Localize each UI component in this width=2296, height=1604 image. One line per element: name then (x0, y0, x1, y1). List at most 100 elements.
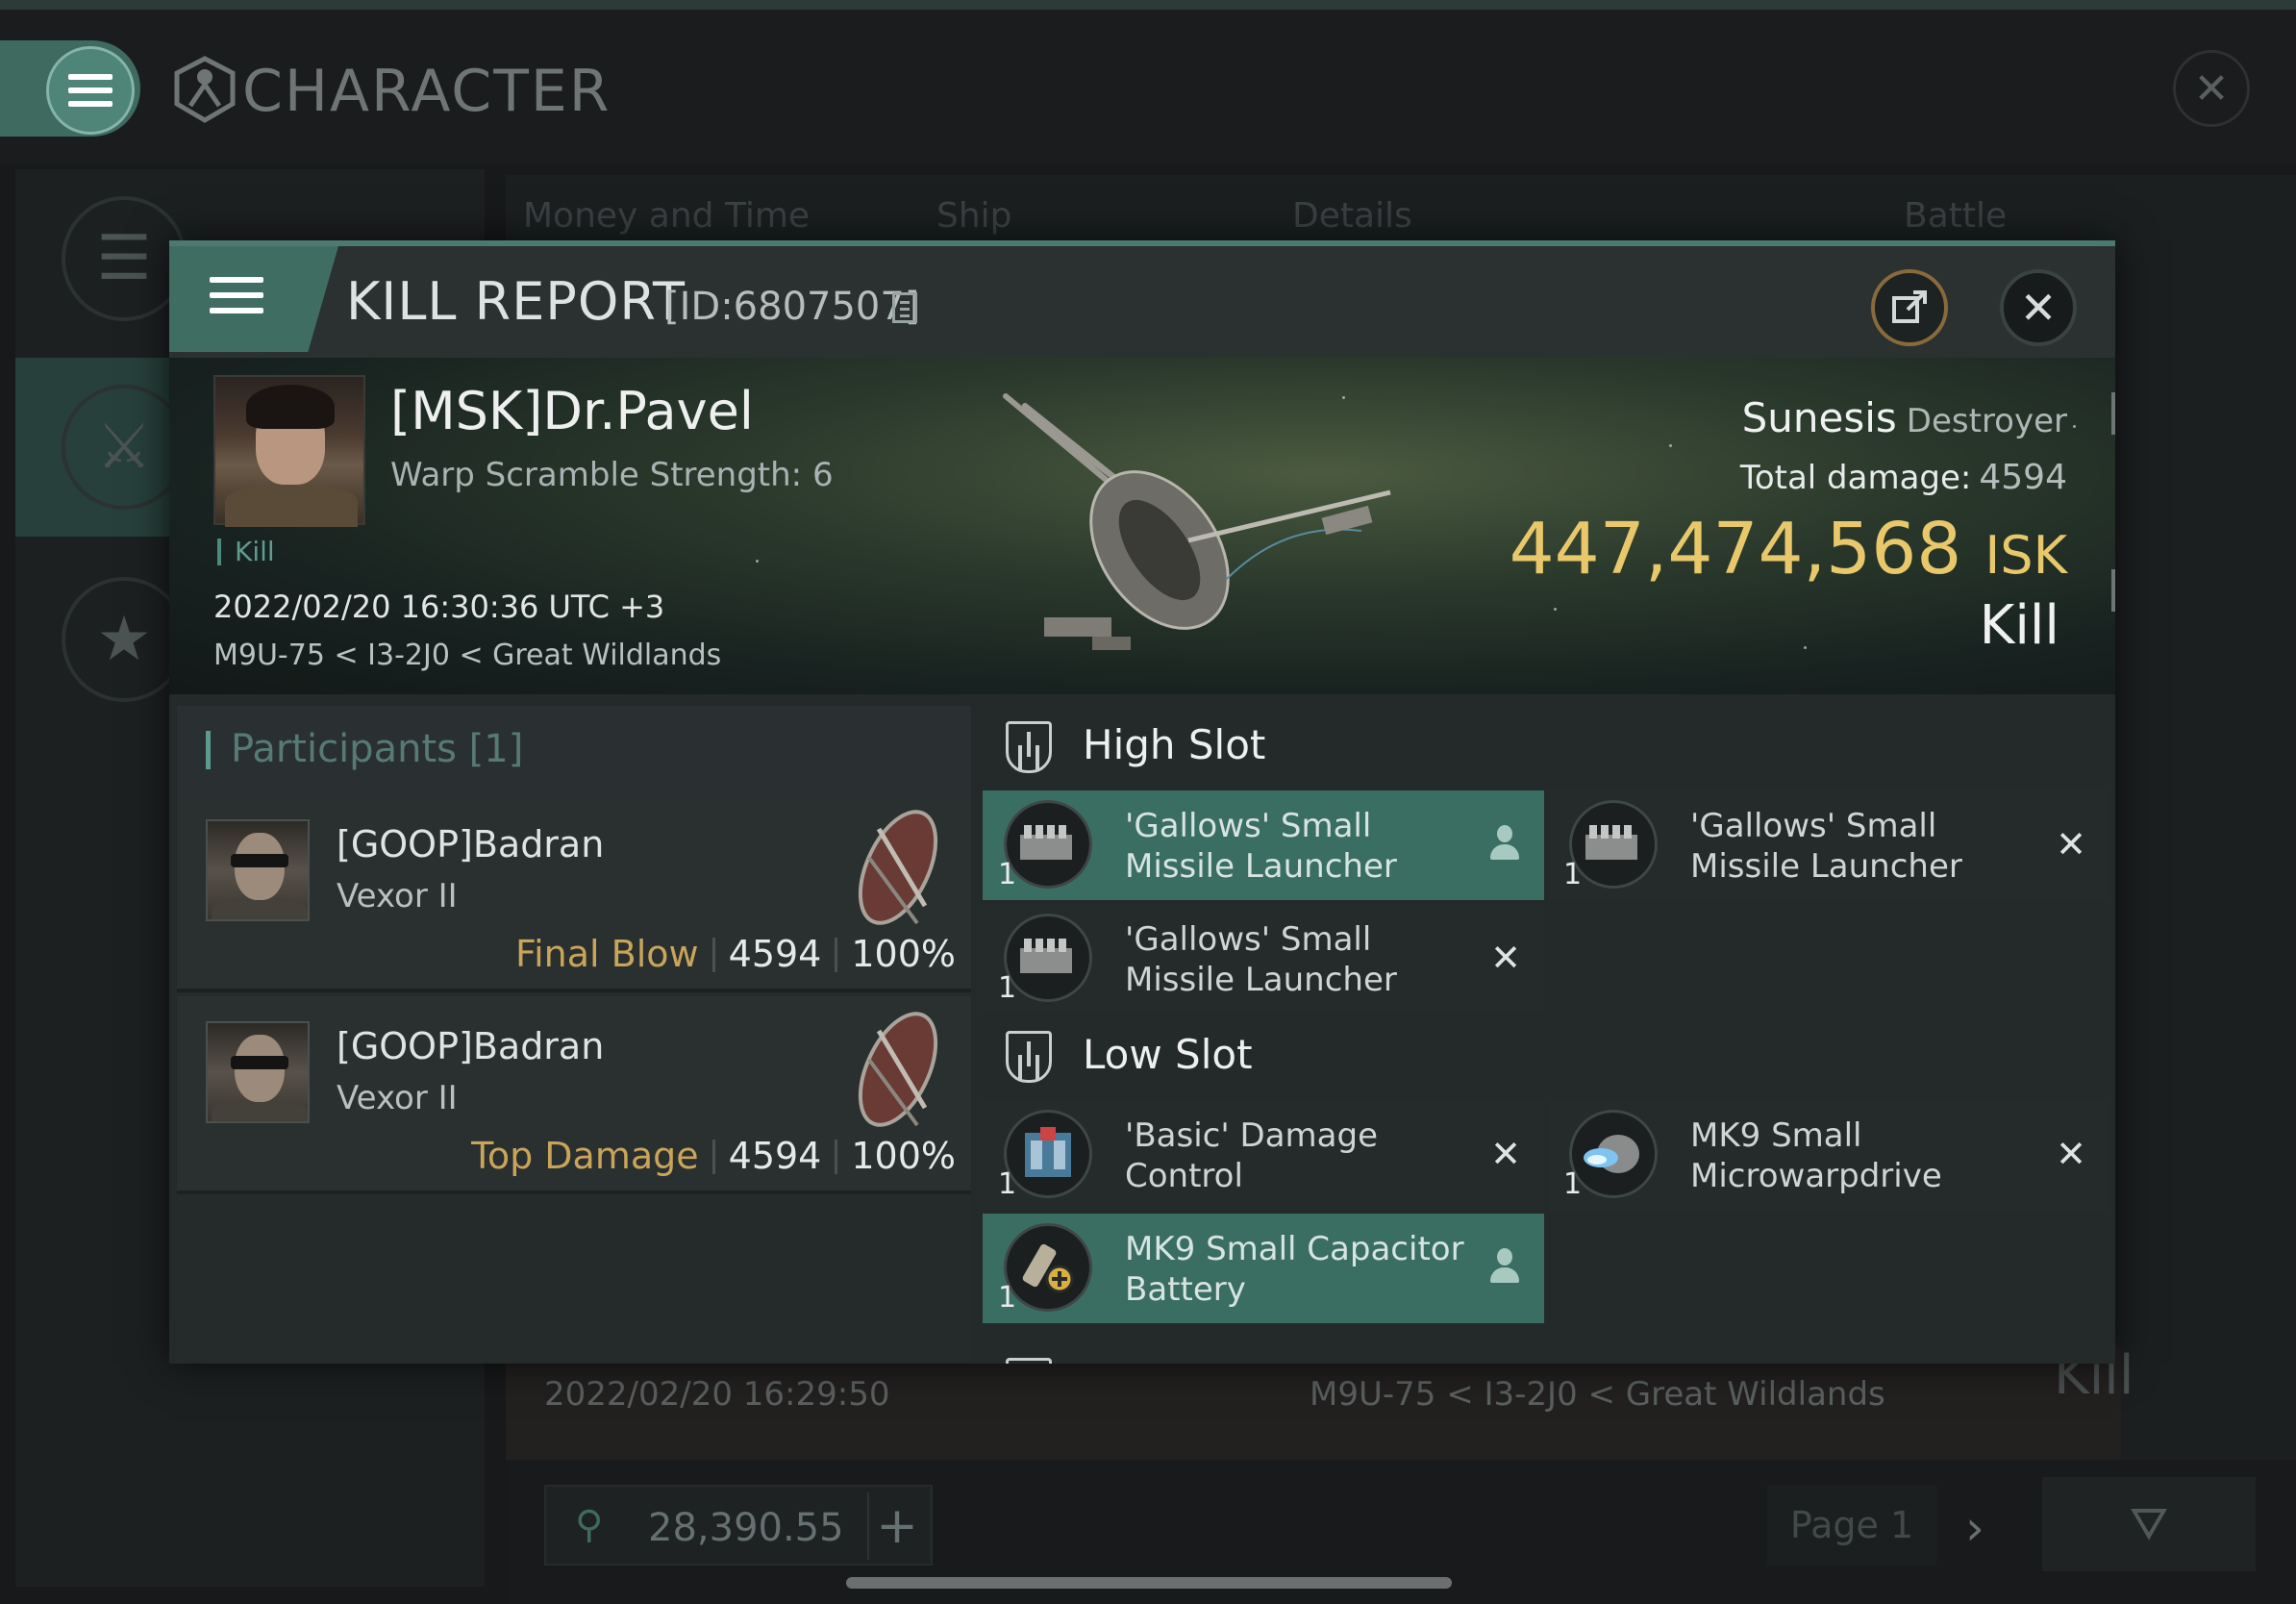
high-slot-icon (1006, 721, 1052, 773)
module-name: MK9 Small Microwarpdrive (1690, 1116, 1942, 1195)
tab-money-and-time[interactable]: Money and Time (523, 196, 810, 236)
wallet-box: ⚲ 28,390.55 + (544, 1485, 933, 1566)
missile-launcher-icon (1004, 800, 1092, 889)
missile-launcher-icon (1004, 914, 1092, 1002)
copy-icon[interactable] (892, 292, 917, 323)
total-damage-label: Total damage: (1739, 459, 1972, 497)
destroyed-x-icon: ✕ (2056, 823, 2086, 865)
horizontal-scrollbar[interactable] (846, 1577, 1452, 1589)
participant-name: [GOOP]Badran (337, 1025, 605, 1067)
module-quantity: 1 (998, 858, 1017, 891)
module-item[interactable]: 1 'Gallows' Small Missile Launcher ✕ (983, 904, 1544, 1014)
hamburger-icon (210, 277, 263, 313)
participant-ship: Vexor II (337, 1079, 458, 1117)
module-quantity: 1 (998, 1167, 1017, 1201)
scroll-edge-marker (2111, 392, 2115, 435)
filter-button[interactable]: ⛛ (2042, 1477, 2256, 1571)
victim-portrait[interactable] (213, 375, 365, 527)
close-icon: ✕ (2019, 282, 2058, 334)
filter-icon: ⛛ (2129, 1497, 2169, 1551)
high-slot-title: High Slot (1083, 721, 1266, 768)
kill-report-dialog: KILL REPORT [ID:6807507] ✕ [MSK]Dr.Pavel… (169, 240, 2115, 1364)
kill-tag: Kill (217, 539, 275, 565)
close-icon: ✕ (2193, 63, 2230, 113)
low-slot-title: Low Slot (1083, 1031, 1253, 1078)
low-slot-icon (1006, 1031, 1052, 1083)
module-name: 'Basic' Damage Control (1125, 1116, 1378, 1195)
window-close-button[interactable]: ✕ (2173, 50, 2250, 127)
main-menu-button[interactable] (46, 46, 135, 135)
page-indicator[interactable]: Page 1 (1767, 1485, 1936, 1566)
participant-name: [GOOP]Badran (337, 823, 605, 865)
kill-timestamp: 2022/02/20 16:30:36 UTC +3 (213, 589, 665, 625)
module-quantity: 1 (1563, 858, 1583, 891)
module-item[interactable]: 1 MK9 Small Microwarpdrive ✕ (1548, 1100, 2109, 1210)
victim-name[interactable]: [MSK]Dr.Pavel (390, 381, 754, 441)
tab-details[interactable]: Details (1292, 196, 1412, 236)
row-location: M9U-75 < I3-2J0 < Great Wildlands (1310, 1375, 1885, 1414)
participant-damage: 4594 (728, 933, 822, 975)
column-headers: Money and Time Ship Details Battle Statu… (523, 196, 2119, 275)
participant-avatar[interactable] (206, 819, 310, 921)
destroyed-x-icon: ✕ (1490, 937, 1521, 979)
victim-banner: [MSK]Dr.Pavel Warp Scramble Strength: 6 … (169, 358, 2115, 694)
character-icon (174, 56, 236, 123)
capacitor-battery-icon (1004, 1223, 1092, 1312)
module-item[interactable]: 1 'Basic' Damage Control ✕ (983, 1100, 1544, 1210)
low-slot-header: Low Slot (979, 1015, 2115, 1092)
participant-ship-image (858, 1012, 938, 1127)
top-border (0, 0, 2296, 10)
participant-damage: 4594 (728, 1135, 822, 1177)
ship-name-text: Sunesis (1741, 394, 1897, 441)
share-button[interactable] (1871, 269, 1948, 346)
ship-class: Destroyer (1906, 402, 2067, 440)
top-damage-tag: Top Damage (471, 1135, 699, 1177)
row-date: 2022/02/20 16:29:50 (544, 1375, 890, 1414)
page-title: CHARACTER (242, 58, 611, 125)
participant-percent: 100% (851, 933, 956, 975)
participant-stats: Top Damage 4594 100% (471, 1135, 956, 1177)
tab-ship[interactable]: Ship (936, 196, 1012, 236)
dialog-header: KILL REPORT [ID:6807507] ✕ (169, 246, 2115, 358)
fitting-panel: High Slot 1 'Gallows' Small Missile Laun… (979, 706, 2115, 1364)
module-item[interactable]: 1 MK9 Small Capacitor Battery (983, 1214, 1544, 1323)
destroyed-ship-image (1003, 393, 1391, 650)
final-blow-tag: Final Blow (515, 933, 699, 975)
isk-value: 447,474,568 ISK (1510, 508, 2067, 590)
participants-panel: Participants [1] [GOOP]Badran Vexor II F… (177, 706, 971, 1362)
missile-launcher-icon (1569, 800, 1658, 889)
star-icon: ★ (62, 577, 187, 702)
module-name: 'Gallows' Small Missile Launcher (1125, 807, 1397, 886)
participant-percent: 100% (851, 1135, 956, 1177)
dialog-close-button[interactable]: ✕ (2000, 269, 2077, 346)
module-quantity: 1 (998, 1281, 1017, 1315)
module-item[interactable]: 1 'Gallows' Small Missile Launcher ✕ (1548, 790, 2109, 900)
damage-control-icon (1004, 1110, 1092, 1198)
destroyed-x-icon: ✕ (2056, 1133, 2086, 1175)
module-name: 'Gallows' Small Missile Launcher (1125, 920, 1397, 999)
dialog-menu-button[interactable] (169, 246, 338, 352)
isk-amount: 447,474,568 (1509, 508, 1962, 590)
hamburger-icon (68, 74, 112, 107)
module-quantity: 1 (998, 971, 1017, 1005)
participant-ship-image (858, 810, 938, 925)
participant-avatar[interactable] (206, 1021, 310, 1123)
module-quantity: 1 (1563, 1167, 1583, 1201)
participant-row[interactable]: [GOOP]Badran Vexor II Top Damage 4594 100% (177, 996, 971, 1194)
list-icon: ☰ (62, 196, 187, 321)
scroll-edge-marker (2111, 569, 2115, 612)
participant-row[interactable]: [GOOP]Badran Vexor II Final Blow 4594 100% (177, 794, 971, 992)
total-damage: Total damage: 4594 (1740, 458, 2067, 497)
wallet-balance: 28,390.55 (648, 1506, 844, 1550)
victim-subtitle: Warp Scramble Strength: 6 (390, 456, 834, 494)
microwarpdrive-icon (1569, 1110, 1658, 1198)
next-page-chevron-icon[interactable]: › (1965, 1500, 1984, 1556)
dialog-title: KILL REPORT (346, 271, 686, 332)
total-damage-value: 4594 (1979, 458, 2067, 497)
module-item[interactable]: 1 'Gallows' Small Missile Launcher (983, 790, 1544, 900)
add-funds-button[interactable]: + (867, 1492, 925, 1560)
mid-slot-header-peek (979, 1350, 2115, 1364)
ship-name[interactable]: Sunesis Destroyer (1742, 394, 2067, 441)
dropped-pilot-icon (1490, 1248, 1519, 1287)
external-link-icon (1892, 290, 1927, 323)
